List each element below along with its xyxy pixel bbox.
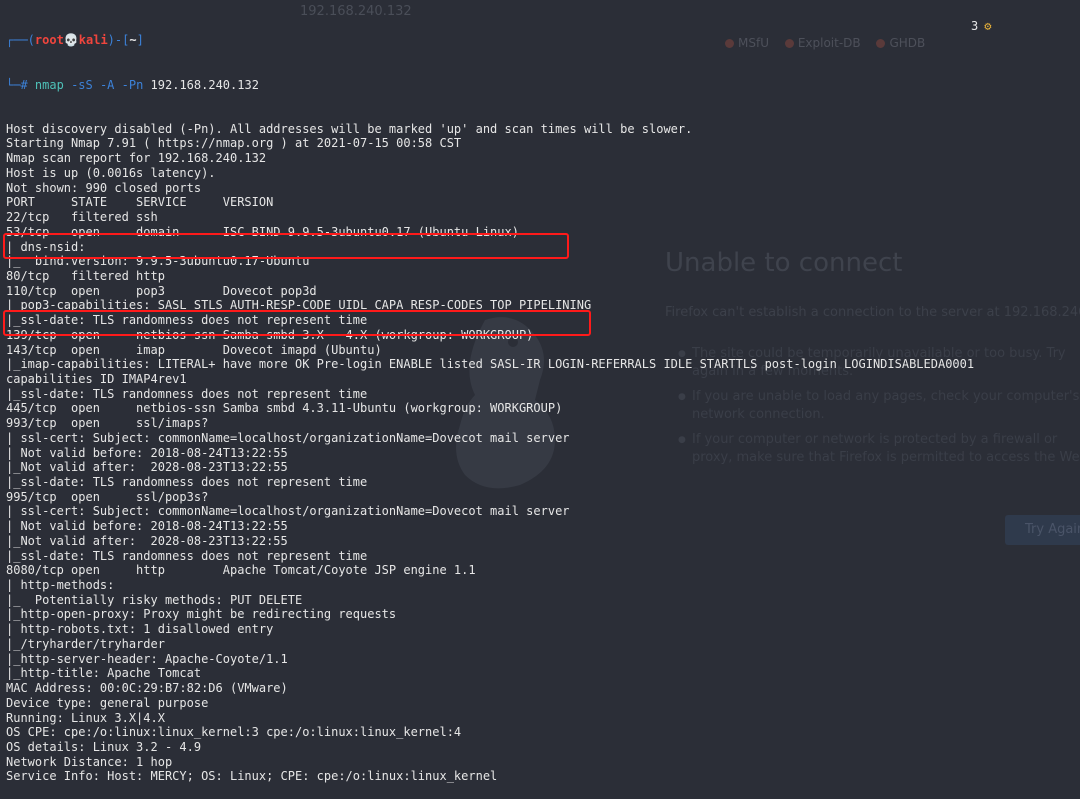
output-line: 80/tcp filtered http [6,268,165,283]
output-line: | ssl-cert: Subject: commonName=localhos… [6,430,570,445]
output-line: capabilities ID IMAP4rev1 [6,371,187,386]
prompt-user: root [34,33,64,48]
prompt-line-2: └─# nmap -sS -A -Pn 192.168.240.132 [6,77,259,92]
output-line: | Not valid before: 2018-08-24T13:22:55 [6,445,288,460]
output-line: | Not valid before: 2018-08-24T13:22:55 [6,519,288,534]
output-line: |_http-title: Apache Tomcat [6,666,202,681]
output-line: |_ssl-date: TLS randomness does not repr… [6,548,368,563]
output-line: Network Distance: 1 hop [6,754,173,769]
output-line: |_ssl-date: TLS randomness does not repr… [6,386,368,401]
output-line: Service Info: Host: MERCY; OS: Linux; CP… [6,769,498,784]
output-line: 445/tcp open netbios-ssn Samba smbd 4.3.… [6,401,563,416]
try-again-button: Try Again [1005,515,1080,545]
output-line: | ssl-cert: Subject: commonName=localhos… [6,504,570,519]
output-line: Host discovery disabled (-Pn). All addre… [6,121,693,136]
prompt-host: kali [78,33,108,48]
output-line: Not shown: 990 closed ports [6,180,202,195]
command-target: 192.168.240.132 [150,77,259,92]
output-line: PORT STATE SERVICE VERSION [6,195,274,210]
output-line: |_Not valid after: 2028-08-23T13:22:55 [6,460,288,475]
output-line: Starting Nmap 7.91 ( https://nmap.org ) … [6,136,462,151]
output-line: 22/tcp filtered ssh [6,210,158,225]
output-line: |_/tryharder/tryharder [6,636,165,651]
scan-output: Host discovery disabled (-Pn). All addre… [6,122,974,784]
output-line: Host is up (0.0016s latency). [6,165,216,180]
output-line: |_http-open-proxy: Proxy might be redire… [6,607,397,622]
output-line: |_ssl-date: TLS randomness does not repr… [6,475,368,489]
output-line: | http-robots.txt: 1 disallowed entry [6,622,274,637]
output-line: Device type: general purpose [6,695,209,710]
output-line: MAC Address: 00:0C:29:B7:82:D6 (VMware) [6,681,288,696]
output-line: 8080/tcp open http Apache Tomcat/Coyote … [6,563,476,578]
output-line: |_Not valid after: 2028-08-23T13:22:55 [6,533,288,548]
prompt-line-1: ┌──(root💀kali)-[~] [6,33,144,48]
output-line: |_http-server-header: Apache-Coyote/1.1 [6,651,288,666]
command-name: nmap [34,77,64,92]
command-args: -sS -A -Pn [71,77,144,92]
output-line: | http-methods: [6,578,115,593]
prompt-hash: # [20,77,28,92]
highlight-box-port-139 [3,233,569,259]
output-line: OS CPE: cpe:/o:linux:linux_kernel:3 cpe:… [6,725,462,740]
output-line: 995/tcp open ssl/pop3s? [6,489,209,504]
output-line: |_imap-capabilities: LITERAL+ have more … [6,357,975,372]
output-line: Nmap scan report for 192.168.240.132 [6,151,267,166]
skull-icon: 💀 [63,33,79,48]
output-line: 143/tcp open imap Dovecot imapd (Ubuntu) [6,342,382,357]
output-line: |_ Potentially risky methods: PUT DELETE [6,592,303,607]
prompt-path: ~ [129,33,137,48]
output-line: OS details: Linux 3.2 - 4.9 [6,739,202,754]
output-line: 110/tcp open pop3 Dovecot pop3d [6,283,317,298]
highlight-box-port-445 [3,310,591,336]
gear-icon: ⚙ [984,19,992,33]
output-line: 993/tcp open ssl/imaps? [6,416,209,431]
terminal-output[interactable]: ┌──(root💀kali)-[~] └─# nmap -sS -A -Pn 1… [6,4,974,799]
output-line: Running: Linux 3.X|4.X [6,710,165,725]
